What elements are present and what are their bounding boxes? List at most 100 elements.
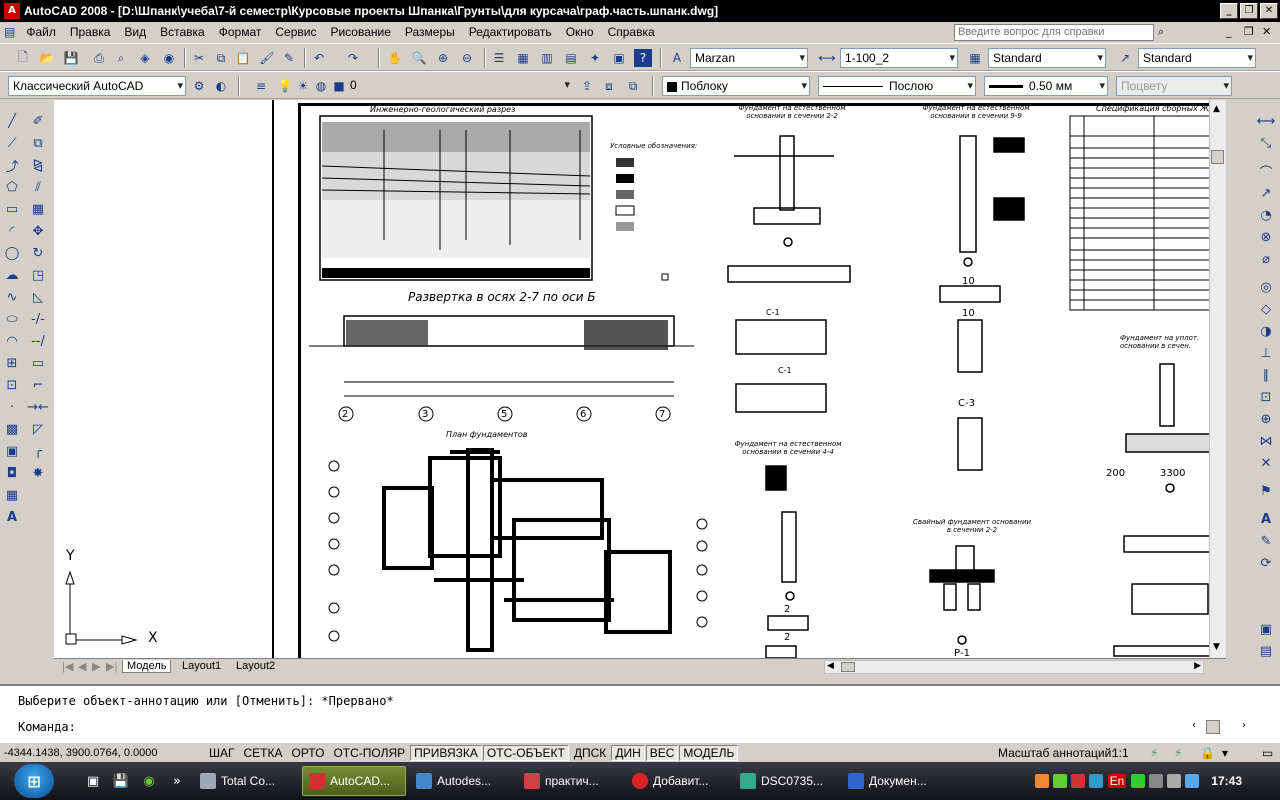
- task-practical[interactable]: практич...: [518, 766, 622, 796]
- autocad-app-icon[interactable]: A: [4, 3, 20, 19]
- close-button[interactable]: ✕: [1260, 3, 1278, 19]
- hscroll-right-icon[interactable]: ▶: [1194, 661, 1201, 671]
- explode-icon[interactable]: ✸: [28, 463, 48, 483]
- node-snap-icon[interactable]: ⊕: [1256, 409, 1276, 429]
- trim-icon[interactable]: -/-: [28, 309, 48, 329]
- ref-icon[interactable]: ▣: [1256, 619, 1276, 639]
- dwf-icon[interactable]: ◉: [160, 49, 178, 67]
- offset-icon[interactable]: ⫽: [28, 177, 48, 197]
- tab-model[interactable]: Модель: [122, 660, 172, 673]
- task-autodesk[interactable]: Autodes...: [410, 766, 514, 796]
- cmd-scroll-right-icon[interactable]: ›: [1242, 720, 1246, 731]
- grid-toggle[interactable]: СЕТКА: [240, 745, 287, 761]
- quicklaunch-desktop-icon[interactable]: ▣: [82, 770, 104, 792]
- minimize-button[interactable]: _: [1220, 3, 1238, 19]
- mleader-style-select[interactable]: Standard: [1138, 48, 1256, 68]
- tray-app-icon[interactable]: [1034, 774, 1049, 788]
- diameter-dim-icon[interactable]: ⌀: [1256, 249, 1276, 269]
- cmd-scroll-thumb[interactable]: [1206, 720, 1220, 734]
- copy-icon[interactable]: ⧉: [212, 49, 230, 67]
- paste-icon[interactable]: 📋: [234, 49, 252, 67]
- ducs-toggle[interactable]: ДПСК: [570, 745, 610, 761]
- zoom-realtime-icon[interactable]: 🔍: [410, 49, 428, 67]
- tray-app3-icon[interactable]: [1088, 774, 1103, 788]
- task-opera[interactable]: Добавит...: [626, 766, 730, 796]
- layer-previous-icon[interactable]: ⧈: [600, 77, 618, 95]
- layer-on-icon[interactable]: 💡: [276, 77, 294, 95]
- move-icon[interactable]: ✥: [28, 221, 48, 241]
- hscroll-thumb[interactable]: [841, 662, 855, 672]
- quicklaunch-more-icon[interactable]: »: [166, 770, 188, 792]
- cmd-scroll-left-icon[interactable]: ‹: [1192, 720, 1196, 731]
- mtext-icon[interactable]: A: [2, 507, 22, 527]
- task-autocad[interactable]: AutoCAD...: [302, 766, 406, 796]
- task-document[interactable]: Докумен...: [842, 766, 946, 796]
- ellipse-arc-icon[interactable]: ◠: [2, 331, 22, 351]
- layer-states-icon[interactable]: ⧉: [624, 77, 642, 95]
- block-editor-icon[interactable]: ✎: [280, 49, 298, 67]
- task-image[interactable]: DSC0735...: [734, 766, 838, 796]
- search-help-icon[interactable]: ⌕: [1158, 25, 1164, 39]
- scroll-up-icon[interactable]: ▲: [1213, 104, 1220, 114]
- lineweight-select[interactable]: 0.50 мм: [984, 76, 1108, 96]
- parallel-snap-icon[interactable]: ∥: [1256, 365, 1276, 385]
- tab-layout2[interactable]: Layout2: [232, 660, 279, 672]
- workspace-lock-icon[interactable]: ◐: [212, 77, 230, 95]
- fillet-icon[interactable]: ╭: [28, 441, 48, 461]
- menu-modify[interactable]: Редактировать: [462, 25, 559, 39]
- tangent-snap-icon[interactable]: ◑: [1256, 321, 1276, 341]
- spline-icon[interactable]: ∿: [2, 287, 22, 307]
- markup-icon[interactable]: ✦: [586, 49, 604, 67]
- center-snap-icon[interactable]: ◎: [1256, 277, 1276, 297]
- quadrant-snap-icon[interactable]: ◇: [1256, 299, 1276, 319]
- workspace-select[interactable]: Классический AutoCAD: [8, 76, 186, 96]
- new-icon[interactable]: 🗋: [14, 49, 32, 67]
- zoom-previous-icon[interactable]: ⊖: [458, 49, 476, 67]
- osnap-toggle[interactable]: ПРИВЯЗКА: [410, 744, 482, 761]
- tray-misc2-icon[interactable]: [1185, 774, 1200, 788]
- array-icon[interactable]: ▦: [28, 199, 48, 219]
- clean-screen-icon[interactable]: ▭: [1262, 746, 1273, 760]
- layer-lock-icon[interactable]: ◍: [312, 77, 330, 95]
- table-style-icon[interactable]: ▦: [966, 49, 984, 67]
- dim-text-icon[interactable]: A: [1256, 509, 1276, 529]
- make-block-icon[interactable]: ⊡: [2, 375, 22, 395]
- color-select[interactable]: Поблоку: [662, 76, 810, 96]
- plot-icon[interactable]: ⎙: [90, 49, 108, 67]
- arc-icon[interactable]: ◜: [2, 221, 22, 241]
- circle-icon[interactable]: ◯: [2, 243, 22, 263]
- model-toggle[interactable]: МОДЕЛЬ: [679, 744, 739, 761]
- volume-icon[interactable]: [1149, 774, 1164, 788]
- break-at-point-icon[interactable]: ▭: [28, 353, 48, 373]
- ortho-toggle[interactable]: ОРТО: [288, 745, 329, 761]
- rectangle-icon[interactable]: ▭: [2, 199, 22, 219]
- undo-icon[interactable]: ↶: [310, 49, 328, 67]
- menu-edit[interactable]: Правка: [63, 25, 118, 39]
- scroll-thumb[interactable]: [1211, 150, 1224, 164]
- match-properties-icon[interactable]: 🖌: [258, 49, 276, 67]
- copy-object-icon[interactable]: ⧉: [28, 133, 48, 153]
- network-icon[interactable]: [1131, 774, 1146, 788]
- dim-update-icon[interactable]: ⟳: [1256, 553, 1276, 573]
- none-snap-icon[interactable]: ✕: [1256, 453, 1276, 473]
- lock-icon[interactable]: 🔒: [1200, 746, 1215, 760]
- menu-window[interactable]: Окно: [559, 25, 601, 39]
- doc-minimize-button[interactable]: _: [1226, 25, 1232, 38]
- chamfer-icon[interactable]: ◸: [28, 419, 48, 439]
- drawing-canvas[interactable]: Инженерно-геологический разрез Условные …: [54, 100, 1209, 658]
- snap-settings-icon[interactable]: ⚑: [1256, 481, 1276, 501]
- arc-length-icon[interactable]: ⌒: [1256, 161, 1276, 181]
- coordinates-readout[interactable]: -4344.1438, 3900.0764, 0.0000: [0, 746, 204, 760]
- mleader-style-icon[interactable]: ↗: [1116, 49, 1134, 67]
- layer-select[interactable]: 0: [346, 76, 572, 96]
- revision-cloud-icon[interactable]: ☁: [2, 265, 22, 285]
- scale-icon[interactable]: ◳: [28, 265, 48, 285]
- perpendicular-snap-icon[interactable]: ⊥: [1256, 343, 1276, 363]
- lwt-toggle[interactable]: ВЕС: [645, 744, 679, 761]
- restore-button[interactable]: ❐: [1240, 3, 1258, 19]
- redo-icon[interactable]: ↷: [344, 49, 362, 67]
- dyn-toggle[interactable]: ДИН: [611, 744, 645, 761]
- snap-toggle[interactable]: ШАГ: [205, 745, 239, 761]
- extend-icon[interactable]: --/: [28, 331, 48, 351]
- plot-preview-icon[interactable]: ⌕: [112, 49, 130, 67]
